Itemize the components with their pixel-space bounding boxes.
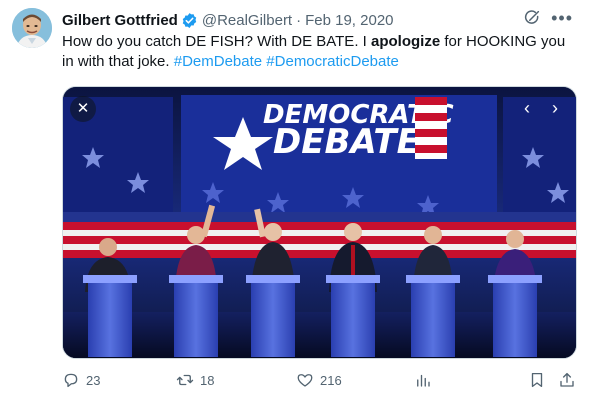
author-handle[interactable]: @RealGilbert [202,12,292,29]
reply-icon [64,373,78,388]
tweet-media[interactable]: DEMOCRATIC DEBATE ✕ ‹ › [62,86,577,359]
like-icon [297,374,313,387]
tweet-header: Gilbert Gottfried @RealGilbert · Feb 19,… [62,10,394,30]
separator-dot: · [296,11,302,29]
header-actions: ••• [523,9,573,27]
like-count: 216 [320,372,342,388]
hashtag-link[interactable]: #DemDebate [174,53,262,70]
avatar-image [12,8,52,48]
tweet: Gilbert Gottfried @RealGilbert · Feb 19,… [0,0,591,404]
hashtag-link[interactable]: #DemocraticDebate [266,53,399,70]
views-button[interactable] [414,371,432,389]
sign-line2: DEBATE [273,122,420,162]
reply-button[interactable]: 23 [62,371,100,389]
grok-icon[interactable] [523,9,541,27]
tweet-date[interactable]: Feb 19, 2020 [305,12,393,29]
action-bar: 23 18 216 [62,371,577,393]
next-icon[interactable]: › [544,97,566,119]
share-icon [560,372,574,387]
share-button[interactable] [558,371,576,389]
tweet-text: How do you catch DE FISH? With DE BATE. … [62,32,577,72]
retweet-count: 18 [200,372,215,388]
like-button[interactable]: 216 [296,371,342,389]
previous-icon[interactable]: ‹ [516,97,538,119]
more-icon[interactable]: ••• [551,9,573,27]
debate-stage-photo: DEMOCRATIC DEBATE [63,87,576,358]
bookmark-icon [531,372,543,388]
retweet-button[interactable]: 18 [176,371,214,389]
author-name[interactable]: Gilbert Gottfried [62,12,178,29]
bookmark-button[interactable] [528,371,546,389]
verified-badge-icon [182,12,197,28]
text-segment: How do you catch DE FISH? With DE BATE. … [62,33,371,50]
bold-text: apologize [371,33,441,50]
close-icon[interactable]: ✕ [70,96,96,122]
retweet-icon [176,374,194,386]
views-icon [417,374,430,387]
reply-count: 23 [86,372,101,388]
avatar[interactable] [12,8,52,48]
